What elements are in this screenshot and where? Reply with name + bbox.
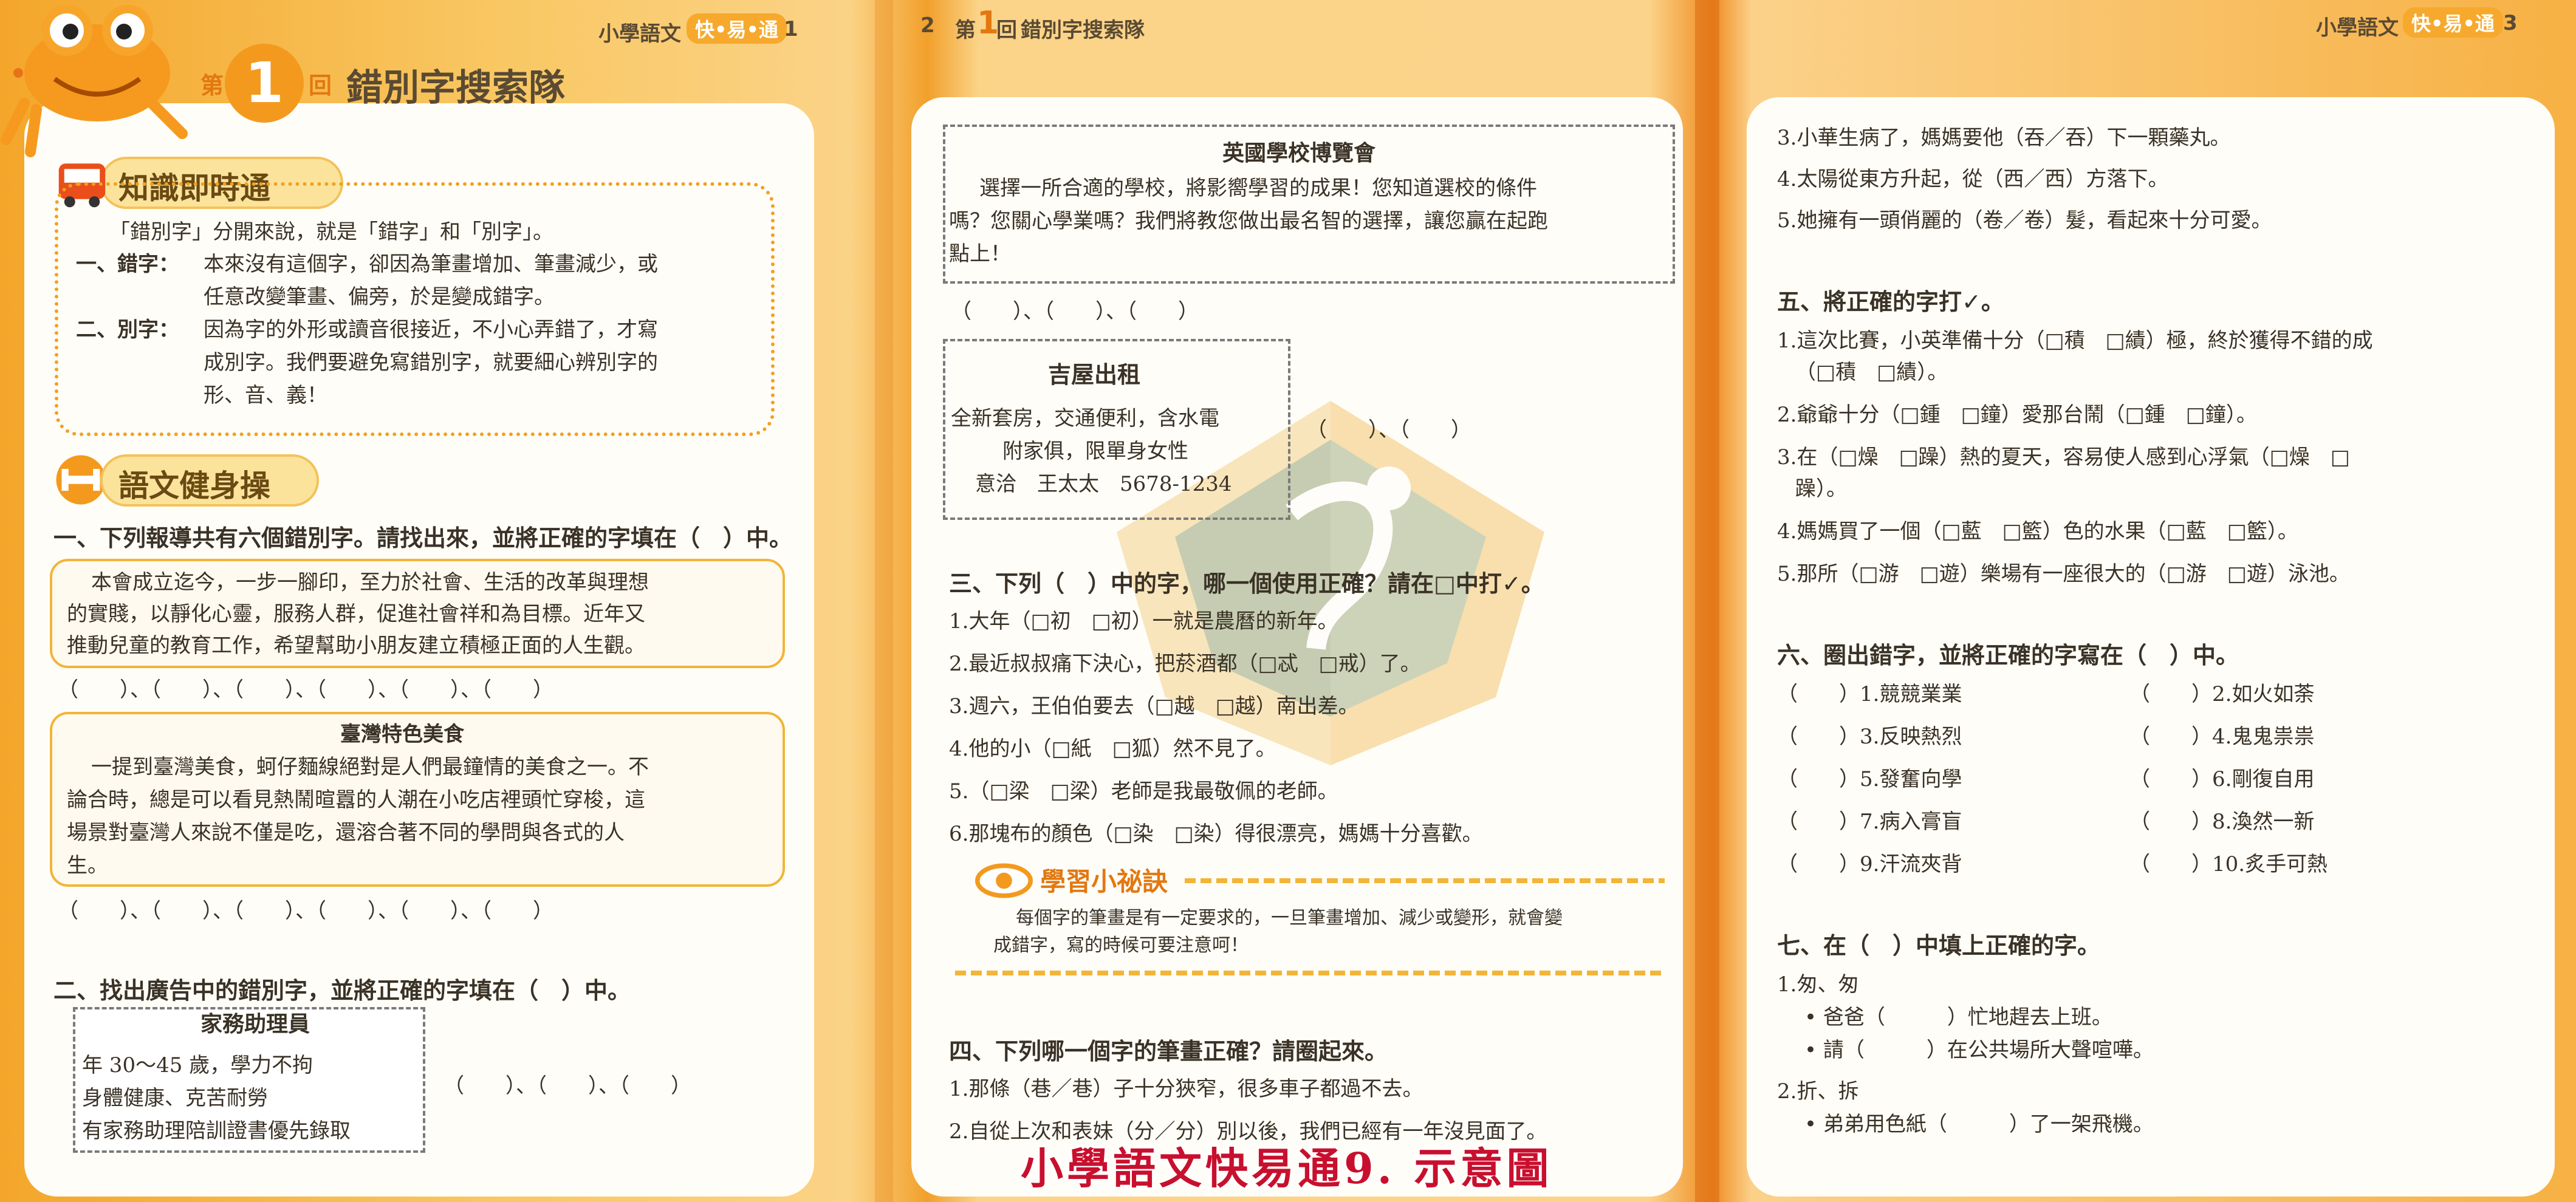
q5-item-2: 2.爺爺十分（□鍾 □鐘）愛那台鬧（□鍾 □鐘）。 [1777, 403, 2257, 427]
q2-title: 二、找出廣告中的錯別字，並將正確的字填在（ ）中。 [53, 977, 631, 1004]
right-header-badge: 快•易•通 [2403, 7, 2503, 38]
knowledge-item1-label: 一、錯字： [76, 252, 179, 276]
ad-rental-line1: 全新套房，交通便利，含水電 [951, 406, 1219, 431]
q4-item-3: 3.小華生病了，媽媽要他（吞／吞）下一顆藥丸。 [1777, 126, 2231, 150]
q4-item-5: 5.她擁有一頭俏麗的（卷／卷）髮，看起來十分可愛。 [1777, 208, 2272, 233]
news1-line2: 的實賤，以靜化心靈，服務人群，促進社會祥和為目標。近年又 [67, 602, 645, 626]
q7-group1-item1: • 爸爸（ ）忙地趕去上班。 [1804, 1005, 2112, 1030]
middle-header-suffix: 回 [996, 18, 1017, 43]
ad-school-fair-line2: 嗎？您關心學業嗎？我們將教您做出最名智的選擇，讓您贏在起跑 [949, 209, 1548, 233]
q5-item-3: 3.在（□燥 □躁）熱的夏天，容易使人感到心浮氣（□燥 □ [1777, 445, 2350, 470]
q3-item-2: 2.最近叔叔痛下決心，把菸酒都（□忒 □戒）了。 [949, 652, 1421, 676]
ad-helper-line2: 身體健康、克苦耐勞 [82, 1086, 268, 1110]
q6-right-5: （ ）10.炙手可熱 [2129, 852, 2328, 876]
middle-header-prefix: 第 [955, 18, 976, 43]
q4-item-1: 1.那條（巷／巷）子十分狹窄，很多車子都過不去。 [949, 1077, 1423, 1101]
sample-caption: 小學語文快易通9. 示意圖 [1021, 1143, 1553, 1193]
news1-line1: 本會成立迄今，一步一腳印，至力於社會、生活的改革與理想 [91, 570, 649, 595]
tip-line2: 成錯字，寫的時候可要注意呵！ [993, 935, 1249, 956]
q1-title: 一、下列報導共有六個錯別字。請找出來，並將正確的字填在（ ）中。 [53, 525, 793, 551]
news1-line3: 推動兒童的教育工作，希望幫助小朋友建立積極正面的人生觀。 [67, 633, 645, 658]
book-spread: 小學語文 快•易•通 1 第 1 回 錯別字搜索隊 知識即時通 「錯別字」分開來… [0, 0, 2576, 1202]
q3-item-1: 1.大年（□初 □初）一就是農曆的新年。 [949, 609, 1338, 633]
lesson-prefix: 第 [200, 72, 224, 99]
q1-answer-blanks-2[interactable]: （ ）、（ ）、（ ）、（ ）、（ ）、（ ） [58, 894, 553, 924]
news2-line2: 論合時，總是可以看見熱鬧暄囂的人潮在小吃店裡頭忙穿梭，這 [67, 788, 645, 812]
q6-right-3: （ ）6.剛復自用 [2129, 767, 2315, 791]
ad-helper-line3: 有家務助理陪訓證書優先錄取 [82, 1119, 351, 1143]
q7-group1-item2: • 請（ ）在公共場所大聲喧嘩。 [1804, 1038, 2154, 1062]
q5-item-3-cont: 躁）。 [1795, 477, 1847, 501]
q7-group1-title: 1.匆、匆 [1777, 972, 1859, 997]
lesson-title: 錯別字搜索隊 [346, 67, 565, 109]
q6-left-3: （ ）5.發奮向學 [1777, 767, 1962, 791]
q7-title: 七、在（ ）中填上正確的字。 [1777, 932, 2101, 959]
q5-item-4: 4.媽媽買了一個（□藍 □籃）色的水果（□藍 □籃）。 [1777, 519, 2298, 544]
ad-school-fair-line3: 點上！ [949, 242, 1011, 266]
ad-rental-title: 吉屋出租 [1048, 361, 1141, 388]
news2-line4: 生。 [67, 853, 108, 878]
frog-mascot-icon [1, 5, 188, 157]
q3-item-4: 4.他的小（□紙 □狐）然不見了。 [949, 737, 1276, 761]
q6-left-1: （ ）1.競競業業 [1777, 682, 1962, 706]
ad-school-fair-blanks[interactable]: （ ）、（ ）、（ ） [951, 295, 1199, 324]
header-book-name: 小學語文 [598, 22, 681, 46]
news2-line3: 場景對臺灣人來說不僅是吃，還溶合著不同的學問與各式的人 [67, 821, 625, 845]
knowledge-intro: 「錯別字」分開來說，就是「錯字」和「別字」。 [109, 220, 553, 244]
q3-item-6: 6.那塊布的顏色（□染 □染）得很漂亮，媽媽十分喜歡。 [949, 822, 1483, 846]
q5-item-1-cont: （□積 □績）。 [1795, 360, 1948, 384]
q6-right-4: （ ）8.渙然一新 [2129, 810, 2315, 834]
ad-school-fair-title: 英國學校博覽會 [1222, 140, 1376, 166]
q4-title: 四、下列哪一個字的筆畫正確？請圈起來。 [949, 1038, 1388, 1065]
middle-header-num: 1 [977, 5, 999, 41]
q4-item-4: 4.太陽從東方升起，從（西／西）方落下。 [1777, 167, 2169, 191]
knowledge-item1-line2: 任意改變筆畫、偏旁，於是變成錯字。 [204, 285, 555, 309]
q2-answer-blanks[interactable]: （ ）、（ ）、（ ） [444, 1069, 691, 1099]
knowledge-item2-line1: 因為字的外形或讀音很接近，不小心弄錯了，才寫 [204, 318, 658, 342]
news2-line1: 一提到臺灣美食，蚵仔麵線絕對是人們最鐘情的美食之一。不 [91, 755, 649, 779]
q6-left-5: （ ）9.汗流夾背 [1777, 852, 1962, 876]
q3-item-5: 5.（□梁 □梁）老師是我最敬佩的老師。 [949, 779, 1338, 804]
q3-title: 三、下列（ ）中的字，哪一個使用正確？請在□中打✓。 [949, 570, 1544, 597]
q7-group2-title: 2.折、拆 [1777, 1079, 1859, 1104]
eye-icon [975, 863, 1033, 898]
knowledge-item2-label: 二、別字： [76, 318, 179, 342]
q5-title: 五、將正確的字打✓。 [1777, 289, 2004, 315]
q6-title: 六、圈出錯字，並將正確的字寫在（ ）中。 [1777, 642, 2239, 669]
workout-title: 語文健身操 [118, 468, 270, 504]
q6-right-2: （ ）4.鬼鬼祟祟 [2129, 725, 2315, 749]
ad-helper-title: 家務助理員 [200, 1012, 310, 1037]
q6-left-2: （ ）3.反映熱烈 [1777, 725, 1962, 749]
q5-item-5: 5.那所（□游 □遊）樂場有一座很大的（□游 □遊）泳池。 [1777, 562, 2350, 586]
knowledge-item2-line2: 成別字。我們要避免寫錯別字，就要細心辨別字的 [204, 350, 658, 375]
q3-item-3: 3.週六，王伯伯要去（□越 □越）南出差。 [949, 694, 1359, 719]
ad-rental-line2: 附家俱，限單身女性 [1002, 439, 1188, 463]
ad-helper-line1: 年 30～45 歲，學力不拘 [82, 1053, 313, 1077]
q1-answer-blanks-1[interactable]: （ ）、（ ）、（ ）、（ ）、（ ）、（ ） [58, 673, 553, 703]
page-number-2: 2 [920, 13, 935, 38]
news2-title: 臺灣特色美食 [340, 722, 464, 746]
q6-right-1: （ ）2.如火如荼 [2129, 682, 2315, 706]
ad-rental-blanks[interactable]: （ ）、（ ） [1306, 413, 1471, 443]
ad-school-fair-line1: 選擇一所合適的學校，將影嚮學習的成果！您知道選校的條件 [979, 176, 1537, 200]
page-number-3: 3 [2503, 11, 2518, 35]
ad-rental-line3: 意洽 王太太 5678-1234 [975, 472, 1232, 496]
tip-top-stripe [1185, 878, 1665, 883]
right-header-book-name: 小學語文 [2316, 16, 2399, 40]
lesson-suffix: 回 [309, 72, 332, 99]
tip-title: 學習小祕訣 [1040, 867, 1168, 896]
header-badge: 快•易•通 [687, 13, 787, 44]
knowledge-item1-line1: 本來沒有這個字，卻因為筆畫增加、筆畫減少，或 [204, 252, 658, 276]
q6-left-4: （ ）7.病入膏盲 [1777, 810, 1962, 834]
knowledge-item2-line3: 形、音、義！ [204, 383, 327, 408]
q7-group2-item1: • 弟弟用色紙（ ）了一架飛機。 [1804, 1112, 2154, 1136]
tip-bottom-stripe [955, 971, 1666, 975]
q5-item-1: 1.這次比賽，小英準備十分（□積 □績）極，終於獲得不錯的成 [1777, 329, 2373, 353]
page-number-1: 1 [784, 17, 798, 41]
middle-header-title: 錯別字搜索隊 [1021, 18, 1145, 43]
lesson-number-circle: 1 [225, 44, 304, 123]
